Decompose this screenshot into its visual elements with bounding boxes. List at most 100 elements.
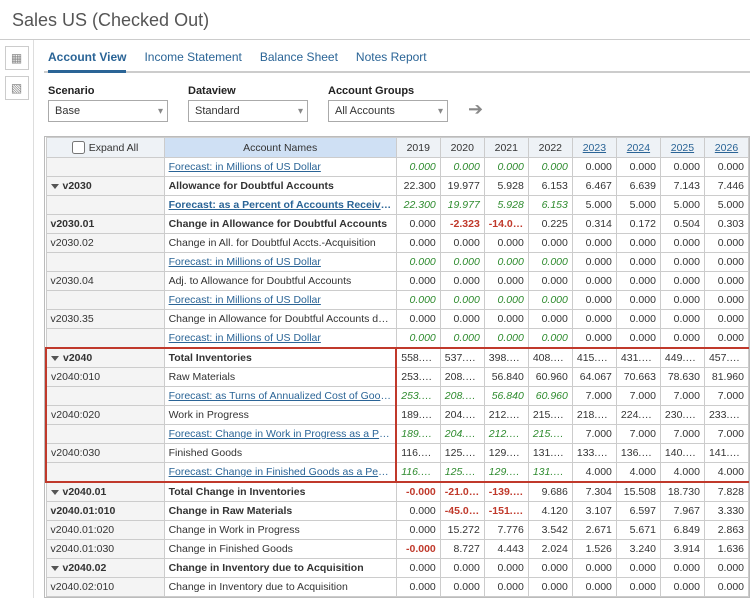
account-name[interactable]: Forecast: in Millions of US Dollar xyxy=(164,291,396,310)
cell: 15.272 xyxy=(440,521,484,540)
account-name: Change in Inventory due to Acquisition xyxy=(164,559,396,578)
cell: 215.790 xyxy=(528,425,572,444)
account-code: v2040.01:020 xyxy=(46,521,164,540)
cell: 215.790 xyxy=(528,406,572,425)
account-code[interactable]: v2040.01 xyxy=(46,482,164,502)
account-name[interactable]: Forecast: in Millions of US Dollar xyxy=(164,253,396,272)
cell: 2.671 xyxy=(572,521,616,540)
year-header-2020: 2020 xyxy=(440,138,484,158)
tab-income-statement[interactable]: Income Statement xyxy=(144,50,241,71)
account-code[interactable]: v2040.02 xyxy=(46,559,164,578)
cell: 0.000 xyxy=(528,234,572,253)
cell: 0.000 xyxy=(704,329,748,349)
account-name: Adj. to Allowance for Doubtful Accounts xyxy=(164,272,396,291)
tab-account-view[interactable]: Account View xyxy=(48,50,126,73)
account-code[interactable]: v2030 xyxy=(46,177,164,196)
cell: 0.000 xyxy=(528,272,572,291)
account-code xyxy=(46,253,164,272)
cell: 0.000 xyxy=(704,291,748,310)
scenario-label: Scenario xyxy=(48,85,168,97)
account-name[interactable]: Forecast: in Millions of US Dollar xyxy=(164,329,396,349)
account-name[interactable]: Forecast: as Turns of Annualized Cost of… xyxy=(164,387,396,406)
cell: 7.000 xyxy=(660,387,704,406)
expand-all-label: Expand All xyxy=(89,142,139,154)
cell: 449.885 xyxy=(660,348,704,368)
cell: 3.914 xyxy=(660,540,704,559)
account-code xyxy=(46,196,164,215)
cell: 0.000 xyxy=(396,253,440,272)
cell: -45.096 xyxy=(440,502,484,521)
cell: 537.703 xyxy=(440,348,484,368)
account-name[interactable]: Forecast: in Millions of US Dollar xyxy=(164,158,396,177)
account-code xyxy=(46,463,164,483)
apply-arrow-icon[interactable]: ➔ xyxy=(468,99,483,122)
year-header-2025[interactable]: 2025 xyxy=(660,138,704,158)
cell: 0.000 xyxy=(704,234,748,253)
cell: 0.314 xyxy=(572,215,616,234)
cell: 0.000 xyxy=(660,234,704,253)
cell: 5.928 xyxy=(484,177,528,196)
table-row: v2040.01:030Change in Finished Goods-0.0… xyxy=(46,540,749,559)
scenario-select[interactable]: Base xyxy=(48,100,168,122)
grid-view-icon[interactable]: ▦ xyxy=(5,46,29,70)
cell: 0.000 xyxy=(528,329,572,349)
cell: 7.000 xyxy=(616,387,660,406)
expand-all-header[interactable]: Expand All xyxy=(46,138,164,158)
cell: 4.443 xyxy=(484,540,528,559)
table-row: Forecast: in Millions of US Dollar0.0000… xyxy=(46,329,749,349)
cell: 7.446 xyxy=(704,177,748,196)
tab-balance-sheet[interactable]: Balance Sheet xyxy=(260,50,338,71)
cell: 0.000 xyxy=(528,310,572,329)
account-name[interactable]: Forecast: Change in Work in Progress as … xyxy=(164,425,396,444)
chart-view-icon[interactable]: ▧ xyxy=(5,76,29,100)
dataview-select[interactable]: Standard xyxy=(188,100,308,122)
table-row: Forecast: as a Percent of Accounts Recei… xyxy=(46,196,749,215)
account-code: v2030.02 xyxy=(46,234,164,253)
account-code xyxy=(46,425,164,444)
expand-all-checkbox[interactable] xyxy=(72,141,85,154)
cell: 4.000 xyxy=(704,463,748,483)
cell: -0.000 xyxy=(396,482,440,502)
cell: 15.508 xyxy=(616,482,660,502)
year-header-2024[interactable]: 2024 xyxy=(616,138,660,158)
cell: 3.240 xyxy=(616,540,660,559)
year-header-2023[interactable]: 2023 xyxy=(572,138,616,158)
cell: 1.526 xyxy=(572,540,616,559)
cell: 0.000 xyxy=(396,521,440,540)
account-name: Allowance for Doubtful Accounts xyxy=(164,177,396,196)
account-name[interactable]: Forecast: Change in Finished Goods as a … xyxy=(164,463,396,483)
table-row: v2030.04Adj. to Allowance for Doubtful A… xyxy=(46,272,749,291)
year-header-2026[interactable]: 2026 xyxy=(704,138,748,158)
account-code[interactable]: v2040 xyxy=(46,348,164,368)
account-name: Change in Finished Goods xyxy=(164,540,396,559)
account-names-header: Account Names xyxy=(164,138,396,158)
cell: 408.343 xyxy=(528,348,572,368)
cell: -139.045 xyxy=(484,482,528,502)
cell: 0.172 xyxy=(616,215,660,234)
account-name[interactable]: Forecast: as a Percent of Accounts Recei… xyxy=(164,196,396,215)
cell: 0.000 xyxy=(484,310,528,329)
cell: 0.000 xyxy=(572,310,616,329)
cell: 19.977 xyxy=(440,177,484,196)
cell: 0.000 xyxy=(396,310,440,329)
account-name: Change in Raw Materials xyxy=(164,502,396,521)
cell: 7.000 xyxy=(572,387,616,406)
cell: 0.000 xyxy=(440,559,484,578)
account-name: Change in Allowance for Doubtful Account… xyxy=(164,310,396,329)
table-row: v2040.01:020Change in Work in Progress0.… xyxy=(46,521,749,540)
cell: 0.000 xyxy=(704,158,748,177)
groups-select[interactable]: All Accounts xyxy=(328,100,448,122)
cell: 125.127 xyxy=(440,444,484,463)
cell: 0.000 xyxy=(484,329,528,349)
cell: 7.000 xyxy=(616,425,660,444)
table-row: Forecast: Change in Work in Progress as … xyxy=(46,425,749,444)
cell: 218.460 xyxy=(572,406,616,425)
cell: 5.671 xyxy=(616,521,660,540)
cell: 189.200 xyxy=(396,406,440,425)
cell: 230.980 xyxy=(660,406,704,425)
left-rail: ▦ ▧ xyxy=(0,40,34,598)
tab-notes-report[interactable]: Notes Report xyxy=(356,50,427,71)
cell: -151.264 xyxy=(484,502,528,521)
cell: 204.472 xyxy=(440,425,484,444)
account-name: Change in All. for Doubtful Accts.-Acqui… xyxy=(164,234,396,253)
